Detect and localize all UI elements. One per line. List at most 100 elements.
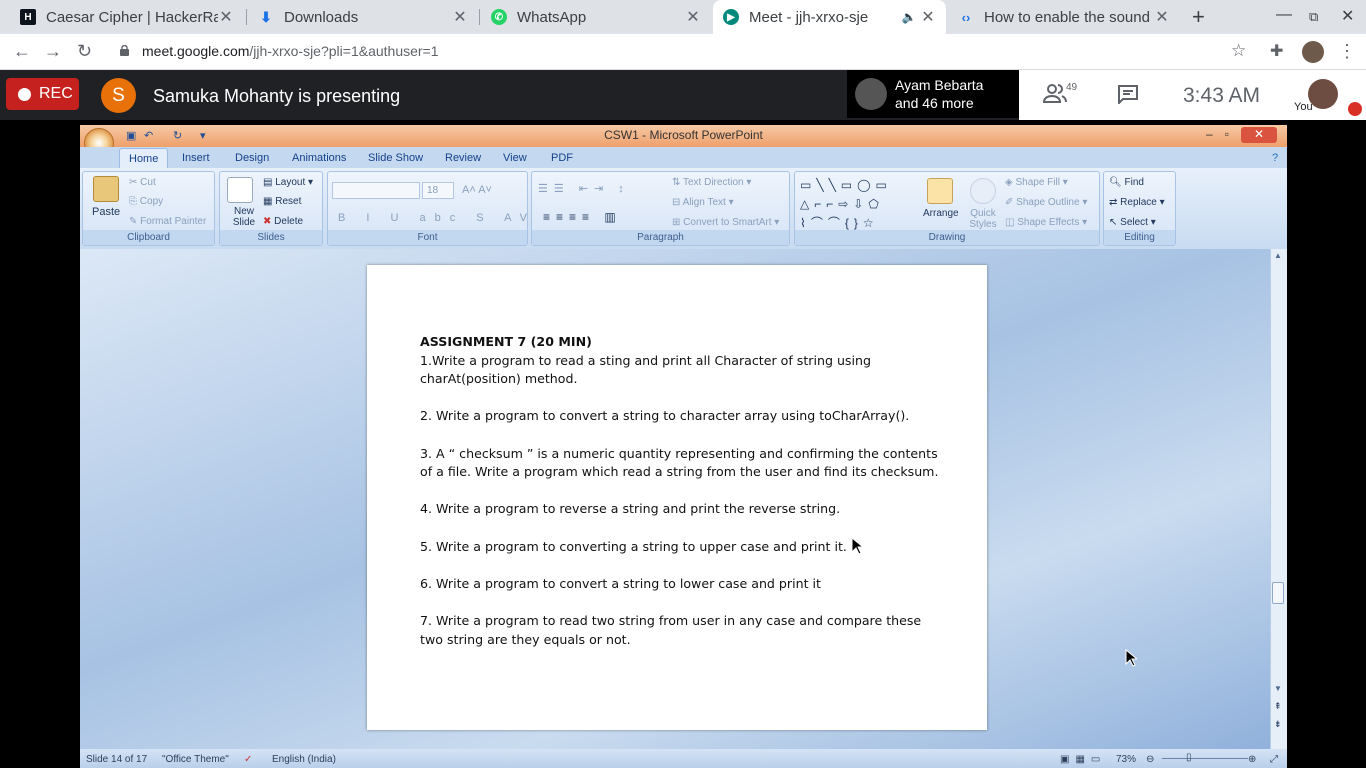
zoom-slider[interactable] (1162, 758, 1248, 759)
paste-button[interactable]: Paste (92, 206, 120, 218)
group-label: Clipboard (83, 230, 214, 245)
format-painter-button[interactable]: ✎ Format Painter (129, 216, 206, 227)
quick-access-dropdown-icon[interactable]: ▾ (200, 129, 212, 142)
scroll-down-icon[interactable]: ▼ (1274, 684, 1282, 693)
ppt-close-button[interactable]: ✕ (1241, 127, 1277, 143)
cut-button[interactable]: ✂ Cut (129, 177, 156, 188)
redo-icon[interactable]: ↻ (173, 129, 185, 142)
reload-button[interactable]: ↻ (77, 41, 92, 62)
assignment-item: 6. Write a program to convert a string t… (420, 575, 821, 591)
tab-slide-show[interactable]: Slide Show (368, 152, 423, 164)
new-tab-button[interactable]: + (1192, 4, 1205, 30)
grow-font-icon[interactable]: A˄ A˅ (462, 184, 492, 196)
close-icon[interactable]: ✕ (218, 7, 234, 27)
delete-button[interactable]: ✖ Delete (263, 216, 303, 227)
zoom-level[interactable]: 73% (1116, 754, 1136, 765)
arrange-button[interactable]: Arrange (923, 208, 959, 219)
bookmark-star-icon[interactable]: ☆ (1231, 41, 1246, 61)
scrollbar-thumb[interactable] (1272, 582, 1284, 604)
ppt-restore-button[interactable]: ▫ (1225, 127, 1229, 141)
tab-pdf[interactable]: PDF (551, 152, 573, 164)
layout-button[interactable]: ▤ Layout ▾ (263, 177, 313, 188)
spellcheck-icon[interactable]: ✓ (244, 754, 252, 765)
ppt-window-title: CSW1 - Microsoft PowerPoint (604, 128, 763, 142)
slide-heading: ASSIGNMENT 7 (20 MIN) (420, 334, 592, 349)
mic-muted-icon (1348, 102, 1362, 116)
tab-home[interactable]: Home (119, 148, 169, 168)
tab-animations[interactable]: Animations (292, 152, 346, 164)
speaker-icon[interactable]: 🔈 (898, 10, 920, 24)
arrange-icon[interactable] (927, 178, 953, 204)
tab-meet[interactable]: ▶ Meet - jjh-xrxo-sje 🔈 ✕ (713, 0, 946, 34)
profile-avatar[interactable] (1302, 41, 1324, 63)
back-button[interactable]: ← (13, 41, 31, 62)
find-button[interactable]: 🔍︎ Find (1109, 177, 1144, 188)
chat-icon[interactable] (1117, 84, 1139, 104)
font-size-dropdown[interactable]: 18 (422, 182, 454, 199)
participant-more: and 46 more (895, 95, 974, 111)
ppt-minimize-button[interactable]: – (1206, 127, 1213, 141)
shape-outline-button[interactable]: ✐ Shape Outline ▾ (1005, 197, 1087, 208)
shapes-gallery[interactable]: ▭╲╲▭◯▭ △⌐⌐⇨⇩⬠ ⌇⌒⌒{}☆ (800, 176, 892, 233)
menu-icon[interactable]: ⋮ (1338, 41, 1356, 62)
zoom-thumb[interactable]: ▯ (1186, 752, 1192, 763)
extensions-icon[interactable]: ✚ (1270, 41, 1283, 61)
tab-whatsapp[interactable]: ✆ WhatsApp ✕ (481, 0, 711, 34)
assignment-item: 2. Write a program to convert a string t… (420, 408, 910, 424)
quick-styles-icon[interactable] (970, 178, 996, 204)
shape-effects-button[interactable]: ◫ Shape Effects ▾ (1005, 217, 1087, 228)
people-icon[interactable] (1043, 82, 1067, 104)
restore-button[interactable]: ⧉ (1309, 9, 1318, 25)
assignment-item: 3. A “ checksum ” is a numeric quantity … (420, 445, 939, 480)
minimize-button[interactable]: — (1276, 6, 1292, 24)
save-icon[interactable]: ▣ (126, 129, 138, 142)
close-icon[interactable]: ✕ (1154, 7, 1170, 27)
shape-fill-button[interactable]: ◈ Shape Fill ▾ (1005, 177, 1068, 188)
close-icon[interactable]: ✕ (920, 7, 936, 27)
address-bar[interactable]: meet.google.com/jjh-xrxo-sje?pli=1&authu… (142, 43, 439, 59)
tab-design[interactable]: Design (235, 152, 269, 164)
tab-review[interactable]: Review (445, 152, 481, 164)
tab-hackerrank[interactable]: H Caesar Cipher | HackerRank ✕ (10, 0, 244, 34)
new-slide-icon[interactable] (227, 177, 253, 203)
new-slide-button[interactable]: New Slide (229, 206, 259, 228)
tab-insert[interactable]: Insert (182, 152, 210, 164)
next-slide-icon[interactable]: ⇟ (1274, 719, 1282, 729)
tab-view[interactable]: View (503, 152, 527, 164)
participant-tile[interactable]: Ayam Bebarta and 46 more (847, 70, 1019, 118)
window-close-button[interactable]: ✕ (1341, 6, 1354, 26)
text-direction-button[interactable]: ⇅ Text Direction ▾ (672, 177, 751, 188)
presenter-avatar: S (101, 78, 136, 113)
reset-button[interactable]: ▦ Reset (263, 196, 301, 207)
close-icon[interactable]: ✕ (452, 7, 468, 27)
tab-sound-help[interactable]: ‹› How to enable the sound ✕ (948, 0, 1180, 34)
zoom-out-icon[interactable]: ⊖ (1146, 754, 1154, 765)
close-icon[interactable]: ✕ (685, 7, 701, 27)
copy-button[interactable]: ⎘ Copy (129, 196, 163, 207)
forward-button[interactable]: → (44, 41, 62, 62)
participant-name: Ayam Bebarta (895, 77, 984, 93)
replace-button[interactable]: ⇄ Replace ▾ (1109, 197, 1165, 208)
prev-slide-icon[interactable]: ⇞ (1274, 701, 1282, 711)
align-text-button[interactable]: ⊟ Align Text ▾ (672, 197, 734, 208)
vertical-scrollbar[interactable]: ▲ ▼ ⇞ ⇟ (1270, 249, 1287, 749)
select-button[interactable]: ↖ Select ▾ (1109, 217, 1156, 228)
undo-icon[interactable]: ↶ (144, 129, 156, 142)
slide-text-box[interactable]: ASSIGNMENT 7 (20 MIN) 1.Write a program … (420, 333, 940, 649)
help-icon[interactable]: ? (1272, 152, 1278, 164)
slide[interactable]: ASSIGNMENT 7 (20 MIN) 1.Write a program … (367, 265, 987, 730)
font-name-dropdown[interactable] (332, 182, 420, 199)
cut-label: Cut (140, 177, 156, 188)
scroll-up-icon[interactable]: ▲ (1274, 251, 1282, 260)
quick-styles-button[interactable]: Quick Styles (966, 208, 1000, 230)
tab-downloads[interactable]: ⬇ Downloads ✕ (248, 0, 478, 34)
paste-icon[interactable] (93, 176, 119, 202)
view-buttons[interactable]: ▣▦▭ (1060, 754, 1106, 765)
list-buttons[interactable]: ☰☰ ⇤⇥ ↕ (538, 182, 630, 195)
layout-label: Layout (275, 177, 306, 188)
fit-window-icon[interactable]: ⤢ (1270, 754, 1278, 765)
align-buttons[interactable]: ≡≡≡≡ ▥ (543, 210, 622, 224)
tab-title: Caesar Cipher | HackerRank (46, 8, 218, 26)
zoom-in-icon[interactable]: ⊕ (1248, 754, 1256, 765)
convert-smartart-button[interactable]: ⊞ Convert to SmartArt ▾ (672, 217, 779, 228)
